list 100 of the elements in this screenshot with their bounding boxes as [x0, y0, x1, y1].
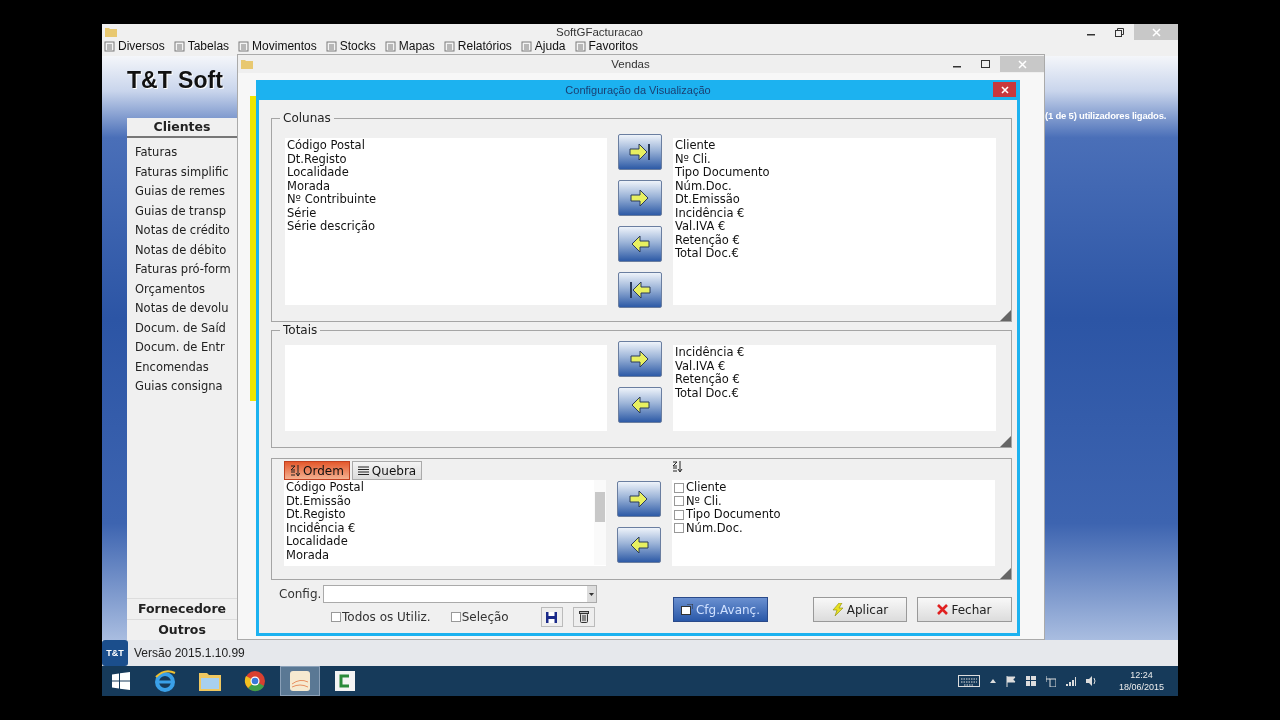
- keyboard-icon[interactable]: [957, 675, 980, 687]
- advanced-settings-button[interactable]: Cfg.Avanç.: [673, 597, 768, 622]
- list-item[interactable]: Código Postal: [287, 139, 605, 153]
- delete-button[interactable]: [572, 607, 595, 627]
- sidebar-item[interactable]: Notas de débito: [127, 240, 237, 260]
- restore-icon: [1114, 27, 1124, 37]
- speaker-icon[interactable]: [1085, 676, 1097, 686]
- list-item[interactable]: Retenção €: [675, 233, 994, 247]
- list-item[interactable]: Código Postal: [286, 481, 594, 495]
- signal-icon[interactable]: [1065, 676, 1076, 686]
- sidebar-item[interactable]: Guias consigna: [127, 377, 237, 397]
- list-item[interactable]: Tipo Documento: [675, 166, 994, 180]
- sort-icon[interactable]: [672, 461, 683, 472]
- list-item[interactable]: Nº Cli.: [675, 152, 994, 166]
- list-box[interactable]: Incidência € Val.IVA € Retenção € Total Doc.€: [673, 345, 996, 431]
- list-item[interactable]: Nº Cli.: [686, 494, 722, 508]
- menu-item[interactable]: Stocks: [325, 40, 376, 53]
- list-box[interactable]: Cliente Nº Cli. Tipo Documento Núm.Doc.: [672, 480, 995, 566]
- list-item[interactable]: Total Doc.€: [675, 386, 994, 400]
- menu-item[interactable]: Ajuda: [520, 40, 566, 53]
- checkbox[interactable]: [331, 612, 341, 622]
- tab[interactable]: Ordem: [284, 461, 350, 480]
- move-left-button[interactable]: [618, 387, 662, 423]
- list-item[interactable]: Morada: [287, 179, 605, 193]
- list-item[interactable]: Série: [287, 206, 605, 220]
- flag-icon[interactable]: [1005, 675, 1016, 687]
- windows-icon[interactable]: [1025, 676, 1036, 686]
- save-button[interactable]: [540, 607, 563, 627]
- sort-icon: [290, 465, 300, 476]
- clock-time[interactable]: 12:24: [1130, 669, 1153, 681]
- move-all-right-button[interactable]: [618, 134, 662, 170]
- resize-grip-icon[interactable]: [1000, 436, 1011, 447]
- move-right-button[interactable]: [618, 180, 662, 216]
- list-item[interactable]: Incidência €: [675, 206, 994, 220]
- version-text: Versão 2015.1.10.99: [134, 646, 245, 660]
- notes-icon: [289, 670, 311, 692]
- caret-up-icon[interactable]: [989, 679, 996, 683]
- list-item[interactable]: Incidência €: [286, 521, 594, 535]
- tab[interactable]: Quebra: [351, 461, 423, 480]
- checkbox[interactable]: [674, 482, 684, 493]
- move-all-left-button[interactable]: [618, 272, 662, 308]
- list-box[interactable]: Código Postal Dt.Registo Localidade Morada Nº Contribuinte Série Série descrição: [285, 138, 607, 305]
- list-item[interactable]: Morada: [286, 548, 594, 562]
- move-right-button[interactable]: [618, 341, 662, 377]
- apply-button[interactable]: Aplicar: [813, 597, 907, 622]
- sidebar-item[interactable]: Docum. de Saíd: [127, 318, 237, 338]
- close-button[interactable]: [993, 82, 1016, 97]
- list-item[interactable]: Localidade: [286, 535, 594, 549]
- menu-item[interactable]: Favoritos: [574, 40, 638, 53]
- checkbox[interactable]: [674, 523, 684, 534]
- checkbox-label[interactable]: Seleção: [461, 610, 509, 624]
- sidebar-item[interactable]: Faturas simplific: [127, 162, 237, 182]
- list-item[interactable]: Núm.Doc.: [686, 521, 743, 535]
- menu-item[interactable]: Tabelas: [173, 40, 230, 53]
- menu-item[interactable]: Diversos: [104, 40, 165, 53]
- list-item[interactable]: Localidade: [287, 166, 605, 180]
- caret-down-icon: [589, 592, 594, 596]
- list-item[interactable]: Dt.Registo: [287, 152, 605, 166]
- list-item[interactable]: Val.IVA €: [675, 220, 994, 234]
- move-left-button[interactable]: [617, 527, 661, 563]
- list-item[interactable]: Incidência €: [675, 346, 994, 360]
- list-item[interactable]: Dt.Registo: [286, 508, 594, 522]
- list-item[interactable]: Retenção €: [675, 373, 994, 387]
- scrollbar[interactable]: [594, 480, 606, 565]
- list-item[interactable]: Total Doc.€: [675, 247, 994, 261]
- sidebar-item[interactable]: Faturas: [127, 143, 237, 163]
- sidebar-item[interactable]: Docum. de Entr: [127, 338, 237, 358]
- list-item[interactable]: Tipo Documento: [686, 508, 781, 522]
- list-item[interactable]: Dt.Emissão: [675, 193, 994, 207]
- menu-item[interactable]: Movimentos: [238, 40, 317, 53]
- resize-grip-icon[interactable]: [1000, 310, 1011, 321]
- sidebar-item[interactable]: Notas de devolu: [127, 299, 237, 319]
- list-item[interactable]: Núm.Doc.: [675, 179, 994, 193]
- list-item[interactable]: Cliente: [686, 481, 727, 495]
- menu-item[interactable]: Mapas: [384, 40, 435, 53]
- clock-date[interactable]: 18/06/2015: [1118, 681, 1164, 693]
- sidebar-item[interactable]: Encomendas: [127, 357, 237, 377]
- list-item[interactable]: Série descrição: [287, 220, 605, 234]
- sidebar-item[interactable]: Guias de transp: [127, 201, 237, 221]
- move-left-button[interactable]: [618, 226, 662, 262]
- checkbox[interactable]: [674, 509, 684, 520]
- sidebar-item[interactable]: Orçamentos: [127, 279, 237, 299]
- round-logo-icon: [244, 670, 266, 692]
- list-item[interactable]: Cliente: [675, 139, 994, 153]
- sidebar-item[interactable]: Faturas pró-form: [127, 260, 237, 280]
- checkbox[interactable]: [450, 612, 461, 622]
- device-icon[interactable]: [1045, 675, 1056, 687]
- checkbox-label[interactable]: Todos os Utiliz.: [342, 610, 431, 624]
- menu-item[interactable]: Relatórios: [443, 40, 512, 53]
- checkbox[interactable]: [674, 496, 684, 507]
- list-box[interactable]: Cliente Nº Cli. Tipo Documento Núm.Doc. Dt.Emissão Incidência € Val.IVA € Retenção € Total Doc.€: [673, 138, 996, 305]
- move-right-button[interactable]: [617, 481, 661, 517]
- sidebar-item[interactable]: Notas de crédito: [127, 221, 237, 241]
- list-item[interactable]: Dt.Emissão: [286, 494, 594, 508]
- resize-grip-icon[interactable]: [1000, 568, 1011, 579]
- list-box[interactable]: Código Postal Dt.Emissão Dt.Registo Incidência € Localidade Morada: [284, 480, 606, 566]
- close-dialog-button[interactable]: Fechar: [917, 597, 1012, 622]
- sidebar-item[interactable]: Guias de remes: [127, 182, 237, 202]
- list-item[interactable]: Val.IVA €: [675, 359, 994, 373]
- list-item[interactable]: Nº Contribuinte: [287, 193, 605, 207]
